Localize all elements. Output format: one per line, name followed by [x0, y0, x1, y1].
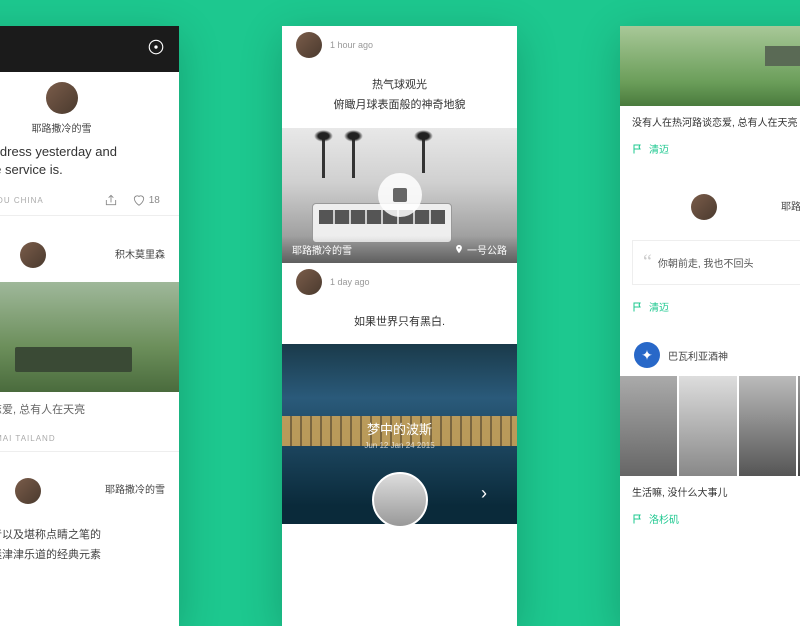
feed-text: 热气球观光 俯瞰月球表面般的神奇地貌 [282, 64, 517, 128]
hero-photo[interactable]: 梦中的波斯 Jun 12 Jan 24 2015 › [282, 344, 517, 524]
hero-title: 梦中的波斯 [367, 419, 432, 438]
author-name: 积木莫里森 [115, 246, 165, 261]
author-name: 耶路撒冷的雪 [781, 198, 800, 213]
like-button[interactable]: 18 [132, 193, 160, 207]
post-image[interactable] [0, 282, 179, 392]
tag-link[interactable]: 清迈 [620, 295, 800, 324]
timestamp: 1 hour ago [330, 40, 373, 50]
avatar [296, 269, 322, 295]
post-caption: 河路谈恋爱, 总有人在天亮 [0, 392, 179, 430]
feed-header[interactable]: 1 day ago [282, 263, 517, 301]
phone-right-screen: 没有人在热河路谈恋爱, 总有人在天亮 清迈 耶路撒冷的雪 “ 你朝前走, 我也不… [620, 26, 800, 626]
feed-card: 没有人在热河路谈恋爱, 总有人在天亮 清迈 [620, 26, 800, 166]
hero-date: Jun 12 Jan 24 2015 [364, 441, 434, 450]
chevron-right-icon[interactable]: › [481, 483, 487, 504]
share-button[interactable] [104, 193, 118, 207]
location-label: CHENGDU CHINA [0, 196, 44, 205]
post-text: ed this dress yesterday and and the serv… [0, 143, 179, 179]
avatar [15, 478, 41, 504]
card-image-collage[interactable] [620, 376, 800, 476]
author-name[interactable]: 耶路撒冷的雪 [0, 120, 179, 135]
play-icon[interactable] [378, 173, 422, 217]
phone-center-screen: 1 hour ago 热气球观光 俯瞰月球表面般的神奇地貌 耶路撒冷的雪 一号公… [282, 26, 517, 626]
card-text: 生活嘛, 没什么大事儿 [620, 476, 800, 507]
top-bar [0, 26, 179, 72]
user-row[interactable]: 积木莫里森 [0, 224, 179, 282]
avatar [296, 32, 322, 58]
feed-photo[interactable]: 耶路撒冷的雪 一号公路 [282, 128, 517, 263]
tag-link[interactable]: 洛杉矶 [620, 507, 800, 536]
flag-icon [632, 513, 644, 525]
geo-tag[interactable]: 一号公路 [454, 242, 507, 257]
flag-icon [632, 143, 644, 155]
flag-icon [632, 301, 644, 313]
card-text: 没有人在热河路谈恋爱, 总有人在天亮 [620, 106, 800, 137]
timestamp: 1 day ago [330, 277, 370, 287]
hero-avatar[interactable] [372, 472, 428, 528]
phone-left-screen: 耶路撒冷的雪 ed this dress yesterday and and t… [0, 26, 179, 626]
feed-card: 耶路撒冷的雪 “ 你朝前走, 我也不回头 清迈 [620, 176, 800, 324]
pin-icon [454, 244, 464, 254]
card-image[interactable] [620, 26, 800, 106]
tag-link[interactable]: 清迈 [620, 137, 800, 166]
avatar: ✦ [634, 342, 660, 368]
avatar[interactable] [46, 82, 78, 114]
more-icon[interactable] [147, 38, 165, 61]
quote-box: “ 你朝前走, 我也不回头 [632, 240, 800, 285]
location-label: CHIANGMAI TAILAND [0, 434, 56, 443]
quote-icon: “ [643, 251, 652, 274]
author-name: 巴瓦利亚酒神 [668, 348, 728, 363]
post-body: 吉他噪音以及堪称点睛之笔的 成为乐迷津津乐道的经典元素 [0, 518, 179, 574]
feed-card: ✦ 巴瓦利亚酒神 生活嘛, 没什么大事儿 洛杉矶 [620, 334, 800, 536]
user-row[interactable]: 耶路撒冷的雪 [620, 176, 800, 234]
feed-header[interactable]: 1 hour ago [282, 26, 517, 64]
avatar [20, 242, 46, 268]
user-row[interactable]: ✦ 巴瓦利亚酒神 [620, 334, 800, 376]
author-name: 耶路撒冷的雪 [105, 481, 165, 496]
feed-text: 如果世界只有黑白. [282, 301, 517, 345]
photo-author: 耶路撒冷的雪 [292, 242, 352, 257]
user-row[interactable]: 耶路撒冷的雪 [0, 460, 179, 518]
avatar [691, 194, 717, 220]
